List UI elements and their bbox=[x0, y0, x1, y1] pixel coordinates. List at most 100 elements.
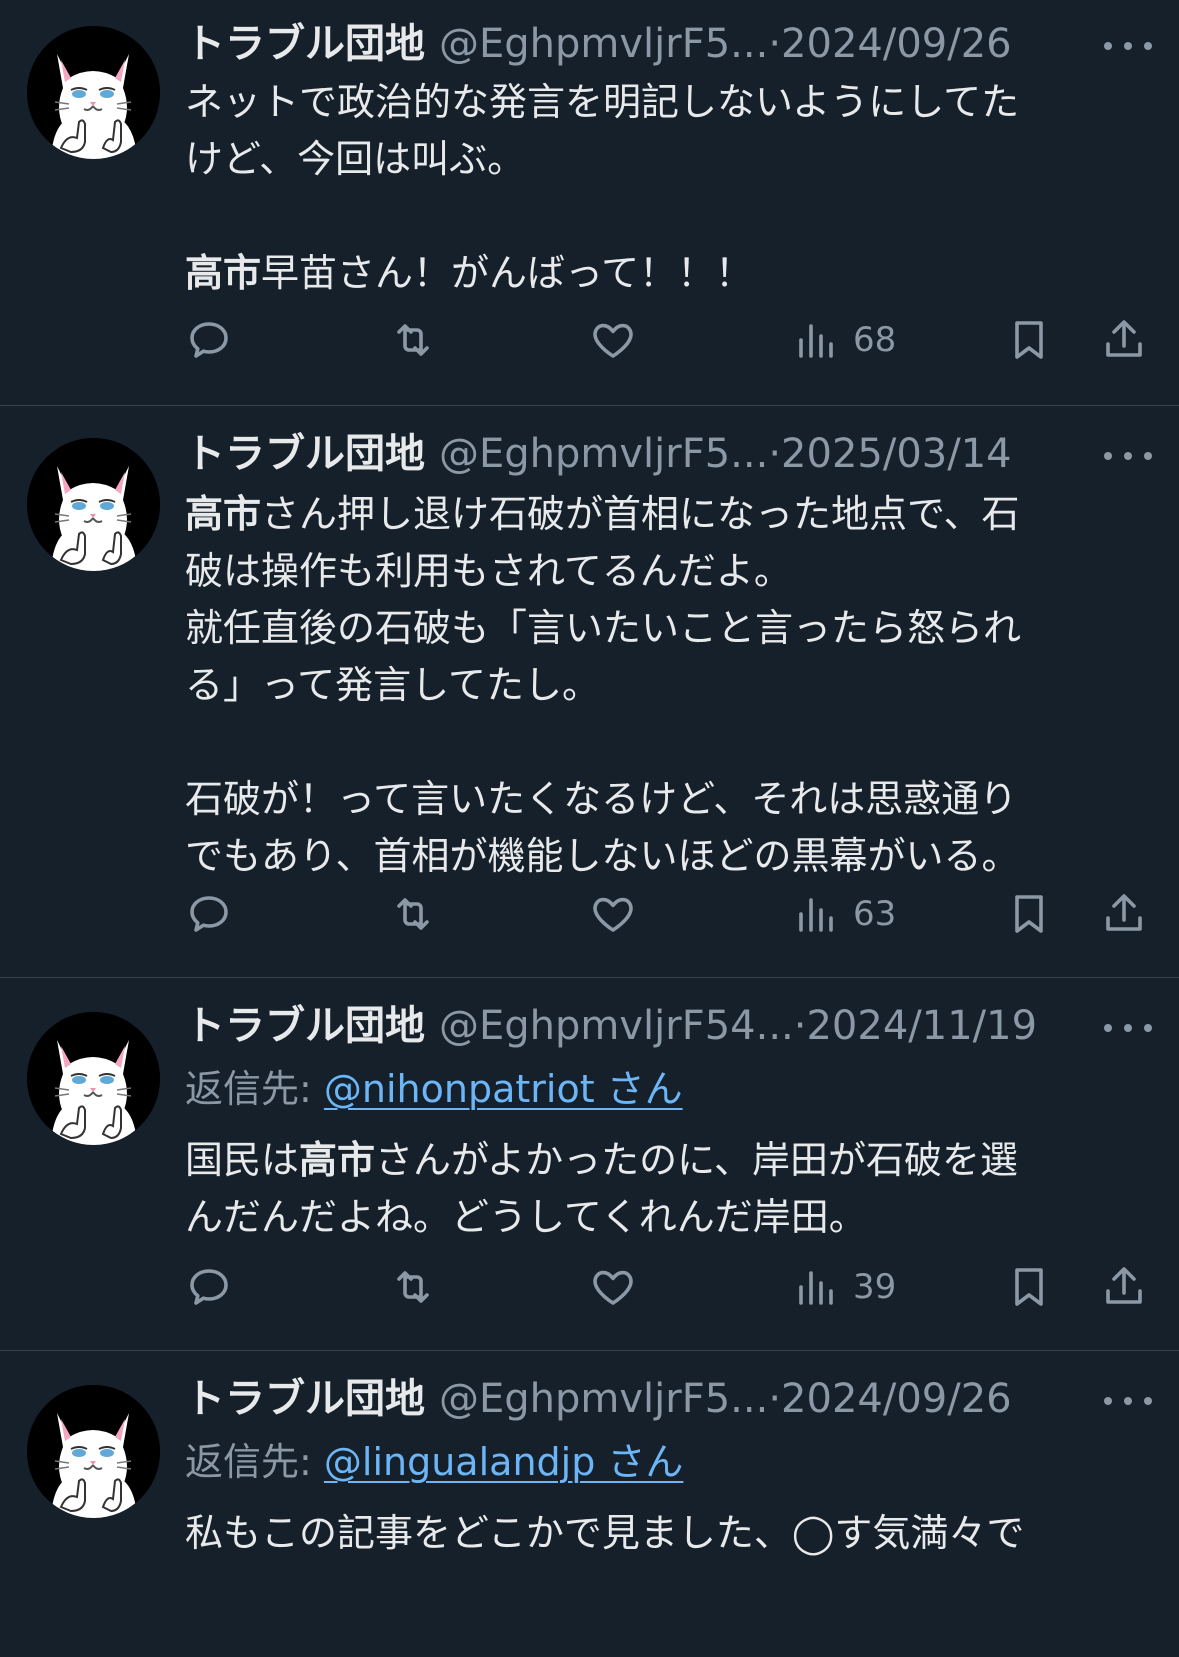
text-line: 就任直後の石破も「言いたいこと言ったら怒られ bbox=[185, 600, 1120, 657]
bookmark-button[interactable] bbox=[1005, 310, 1053, 370]
tweet-actions: 68 bbox=[185, 310, 1145, 370]
tweet-divider bbox=[0, 977, 1179, 978]
tweet-text: 国民は高市さんがよかったのに、岸田が石破を選 んだんだよね。どうしてくれんだ岸田。 bbox=[185, 1132, 1120, 1246]
retweet-button[interactable] bbox=[389, 884, 437, 944]
tweet-date[interactable]: 2025/03/14 bbox=[781, 431, 1012, 477]
avatar[interactable] bbox=[27, 1012, 160, 1145]
share-icon bbox=[1100, 1263, 1148, 1311]
separator-dot: · bbox=[768, 431, 782, 477]
text-segment: 私もこの記事をどこかで見ました、◯す気満々で bbox=[185, 1511, 1025, 1555]
text-segment: 破は操作も利用もされてるんだよ。 bbox=[185, 549, 792, 593]
views-chart-icon bbox=[793, 890, 841, 938]
reply-button[interactable] bbox=[185, 1257, 233, 1317]
text-segment: さん押し退け石破が首相になった地点で、石 bbox=[261, 492, 1020, 536]
text-line: 高市さん押し退け石破が首相になった地点で、石 bbox=[185, 486, 1120, 543]
retweet-button[interactable] bbox=[389, 1257, 437, 1317]
views-chart-icon bbox=[793, 316, 841, 364]
reply-bubble-icon bbox=[185, 1263, 233, 1311]
text-segment: んだんだよね。どうしてくれんだ岸田。 bbox=[185, 1195, 867, 1239]
reply-to-label: 返信先: bbox=[185, 1440, 312, 1484]
tweet-date[interactable]: 2024/09/26 bbox=[781, 21, 1012, 67]
like-button[interactable] bbox=[589, 310, 637, 370]
retweet-button[interactable] bbox=[389, 310, 437, 370]
share-button[interactable] bbox=[1100, 884, 1148, 944]
views-count: 39 bbox=[853, 1267, 897, 1307]
text-segment: けど、今回は叫ぶ。 bbox=[185, 137, 526, 181]
tweet-divider bbox=[0, 1350, 1179, 1351]
reply-button[interactable] bbox=[185, 310, 233, 370]
reply-to-link[interactable]: @lingualandjp さん bbox=[324, 1440, 684, 1484]
author-handle[interactable]: @EghpmvljrF5... bbox=[439, 431, 768, 477]
tweet-date[interactable]: 2024/09/26 bbox=[781, 1376, 1012, 1422]
separator-dot: · bbox=[793, 1003, 807, 1049]
tweet-text: 私もこの記事をどこかで見ました、◯す気満々で bbox=[185, 1505, 1120, 1562]
text-line: 高市早苗さん！がんばって！！！ bbox=[185, 245, 1120, 302]
tweet-text: ネットで政治的な発言を明記しないようにしてた けど、今回は叫ぶ。 高市早苗さん！がん… bbox=[185, 74, 1120, 302]
separator-dot: · bbox=[768, 21, 782, 67]
heart-icon bbox=[589, 890, 637, 938]
author-handle[interactable]: @EghpmvljrF54... bbox=[439, 1003, 794, 1049]
bookmark-icon bbox=[1005, 890, 1053, 938]
heart-icon bbox=[589, 316, 637, 364]
bookmark-icon bbox=[1005, 1263, 1053, 1311]
bookmark-button[interactable] bbox=[1005, 884, 1053, 944]
tweet-date[interactable]: 2024/11/19 bbox=[806, 1003, 1037, 1049]
more-dots-icon[interactable] bbox=[1104, 1018, 1164, 1038]
text-line: る」って発言してたし。 bbox=[185, 657, 1120, 714]
more-dots-icon[interactable] bbox=[1104, 1391, 1164, 1411]
author-handle[interactable]: @EghpmvljrF5... bbox=[439, 21, 768, 67]
retweet-icon bbox=[389, 1263, 437, 1311]
tweet-text: 高市さん押し退け石破が首相になった地点で、石破は操作も利用もされてるんだよ。就任… bbox=[185, 486, 1120, 885]
like-button[interactable] bbox=[589, 884, 637, 944]
author-name[interactable]: トラブル団地 bbox=[185, 1003, 425, 1049]
more-dots-icon[interactable] bbox=[1104, 446, 1164, 466]
separator-dot: · bbox=[768, 1376, 782, 1422]
text-segment: でもあり、首相が機能しないほどの黒幕がいる。 bbox=[185, 834, 1020, 878]
avatar[interactable] bbox=[27, 26, 160, 159]
white-cat-avatar-graphic bbox=[27, 26, 160, 159]
tweet-divider bbox=[0, 405, 1179, 406]
reply-to-line: 返信先: @nihonpatriot さん bbox=[185, 1060, 683, 1118]
retweet-icon bbox=[389, 316, 437, 364]
avatar[interactable] bbox=[27, 438, 160, 571]
reply-to-line: 返信先: @lingualandjp さん bbox=[185, 1433, 683, 1491]
author-name[interactable]: トラブル団地 bbox=[185, 1376, 425, 1422]
text-line: 石破が！って言いたくなるけど、それは思惑通り bbox=[185, 771, 1120, 828]
share-button[interactable] bbox=[1100, 1257, 1148, 1317]
text-segment: 石破が！って言いたくなるけど、それは思惑通り bbox=[185, 777, 1018, 821]
views-count: 63 bbox=[853, 894, 897, 934]
share-button[interactable] bbox=[1100, 310, 1148, 370]
white-cat-avatar-graphic bbox=[27, 1012, 160, 1145]
text-line: けど、今回は叫ぶ。 bbox=[185, 131, 1120, 188]
text-segment: ネットで政治的な発言を明記しないようにしてた bbox=[185, 80, 1020, 124]
views-count: 68 bbox=[853, 320, 897, 360]
text-segment: る」って発言してたし。 bbox=[185, 663, 600, 707]
avatar[interactable] bbox=[27, 1385, 160, 1518]
views-button[interactable]: 63 bbox=[793, 884, 896, 944]
bookmark-button[interactable] bbox=[1005, 1257, 1053, 1317]
views-button[interactable]: 68 bbox=[793, 310, 896, 370]
white-cat-avatar-graphic bbox=[27, 1385, 160, 1518]
views-button[interactable]: 39 bbox=[793, 1257, 896, 1317]
reply-to-label: 返信先: bbox=[185, 1067, 312, 1111]
highlight-term: 高市 bbox=[185, 251, 262, 295]
retweet-icon bbox=[389, 890, 437, 938]
text-segment: 就任直後の石破も「言いたいこと言ったら怒られ bbox=[185, 606, 1022, 650]
text-line: でもあり、首相が機能しないほどの黒幕がいる。 bbox=[185, 828, 1120, 885]
author-handle[interactable]: @EghpmvljrF5... bbox=[439, 1376, 768, 1422]
text-segment: 早苗さん！がんばって！！！ bbox=[261, 251, 754, 295]
tweet-header: トラブル団地 @EghpmvljrF54...·2024/11/19 bbox=[185, 998, 1152, 1054]
heart-icon bbox=[589, 1263, 637, 1311]
more-dots-icon[interactable] bbox=[1104, 36, 1164, 56]
author-name[interactable]: トラブル団地 bbox=[185, 21, 425, 67]
like-button[interactable] bbox=[589, 1257, 637, 1317]
bookmark-icon bbox=[1005, 316, 1053, 364]
author-name[interactable]: トラブル団地 bbox=[185, 431, 425, 477]
share-icon bbox=[1100, 890, 1148, 938]
white-cat-avatar-graphic bbox=[27, 438, 160, 571]
reply-button[interactable] bbox=[185, 884, 233, 944]
reply-to-link[interactable]: @nihonpatriot さん bbox=[324, 1067, 683, 1111]
text-line: 破は操作も利用もされてるんだよ。 bbox=[185, 543, 1120, 600]
